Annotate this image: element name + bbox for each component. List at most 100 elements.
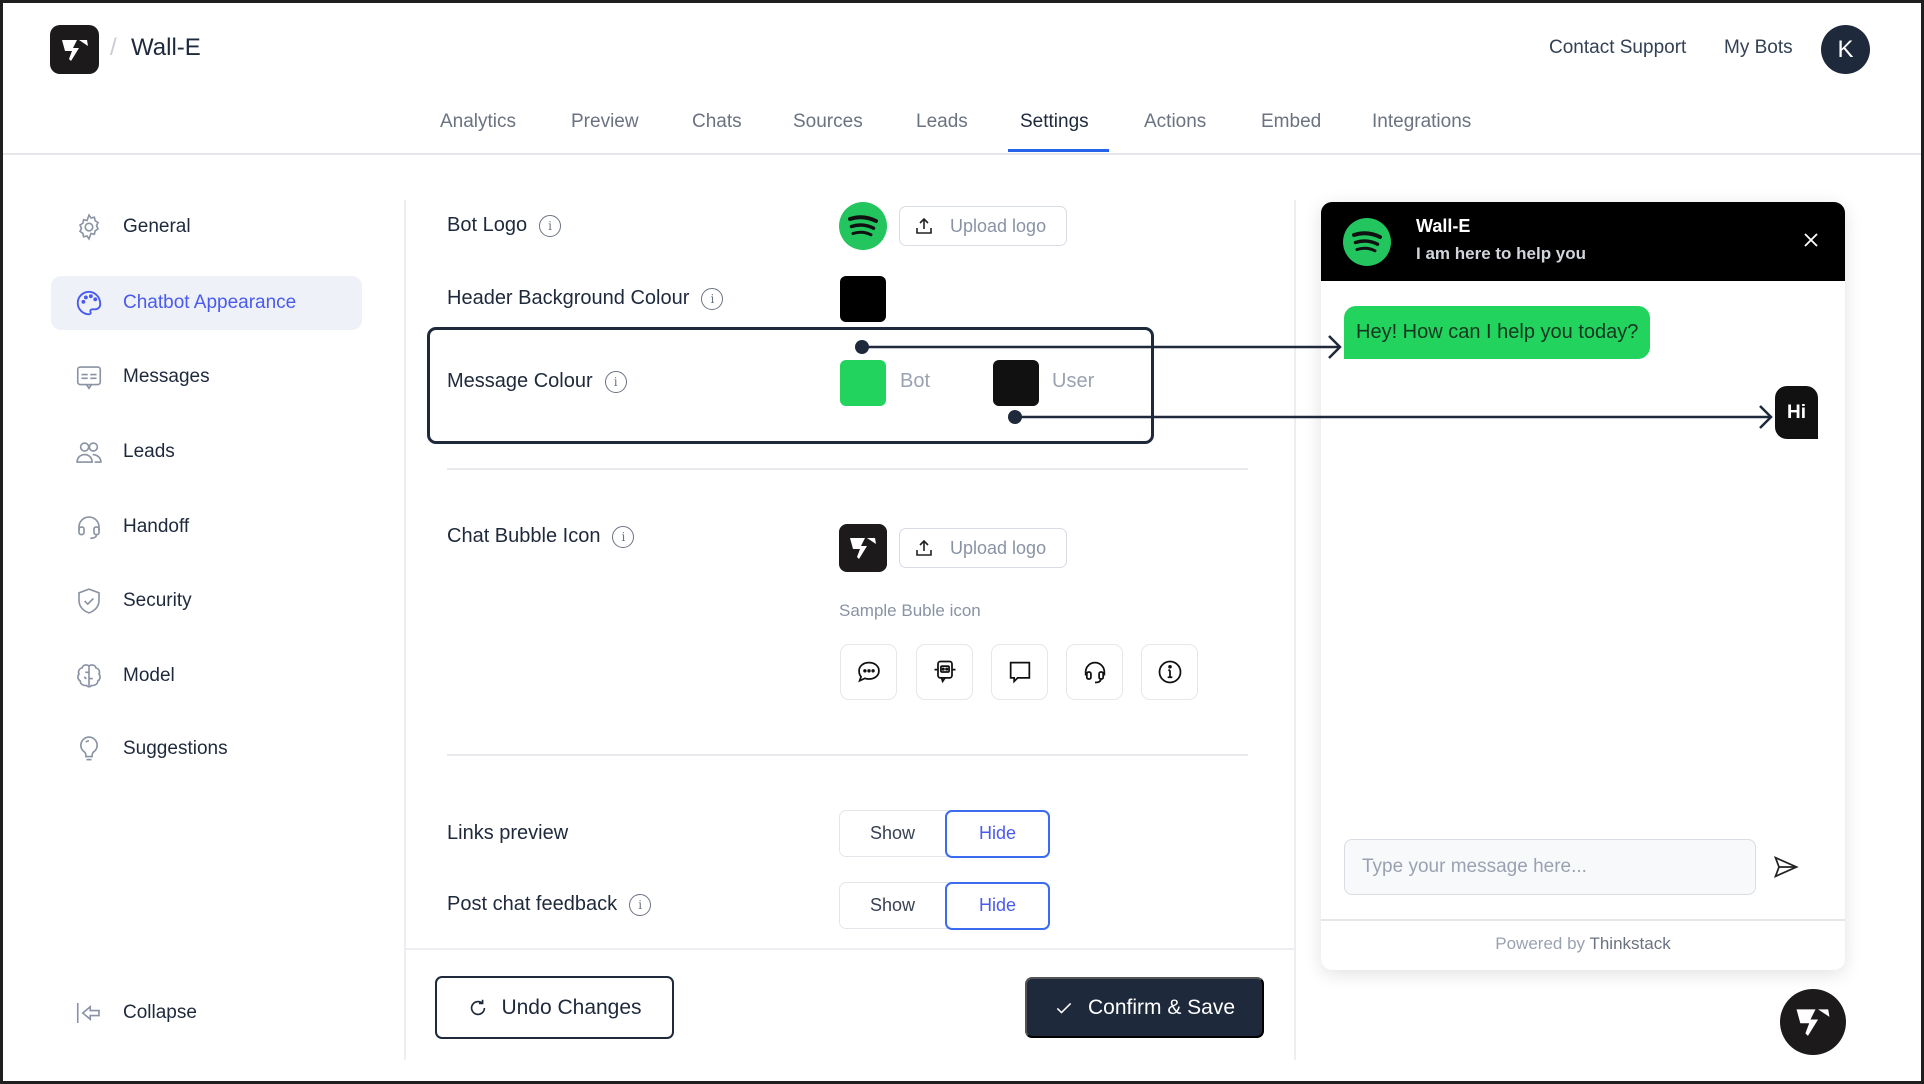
upload-icon — [914, 216, 934, 236]
sidebar-item-handoff[interactable]: Handoff — [51, 500, 362, 554]
tab-embed[interactable]: Embed — [1261, 111, 1321, 133]
sidebar-item-label: Leads — [123, 441, 175, 462]
sidebar-divider — [404, 200, 406, 1060]
upload-icon — [914, 538, 934, 558]
info-icon — [1158, 660, 1181, 684]
links-preview-label-text: Links preview — [447, 822, 569, 844]
info-icon[interactable]: i — [629, 893, 652, 916]
chat-widget-preview: Wall-E I am here to help you Hey! How ca… — [1321, 202, 1845, 970]
chat-bubble-icon-preview — [839, 524, 887, 572]
tab-preview[interactable]: Preview — [571, 111, 639, 133]
message-colour-highlight-box — [427, 327, 1154, 444]
tab-sources[interactable]: Sources — [793, 111, 863, 133]
collapse-button[interactable]: Collapse — [51, 986, 362, 1040]
undo-changes-button[interactable]: Undo Changes — [435, 976, 674, 1039]
headset-icon — [1084, 661, 1105, 684]
powered-by-brand[interactable]: Thinkstack — [1589, 934, 1670, 953]
sidebar-item-security[interactable]: Security — [51, 574, 362, 628]
robot-chat-icon — [934, 660, 955, 684]
tab-settings[interactable]: Settings — [1020, 111, 1089, 133]
bot-logo-upload-button[interactable]: Upload logo — [899, 206, 1067, 246]
chat-square-icon — [1009, 661, 1030, 684]
sample-icon-robot[interactable] — [916, 644, 973, 700]
preview-divider — [1294, 200, 1296, 1060]
confirm-save-button[interactable]: Confirm & Save — [1025, 977, 1264, 1038]
sample-icon-headset[interactable] — [1066, 644, 1123, 700]
sidebar-item-suggestions[interactable]: Suggestions — [51, 722, 362, 776]
bot-logo-preview — [839, 202, 887, 250]
post-chat-feedback-label: Post chat feedback i — [447, 893, 652, 916]
post-chat-feedback-label-text: Post chat feedback — [447, 893, 618, 915]
sidebar-item-label: Handoff — [123, 516, 190, 537]
sidebar-item-chatbot-appearance[interactable]: Chatbot Appearance — [51, 276, 362, 330]
sidebar-item-label: Security — [123, 590, 192, 611]
confirm-save-label: Confirm & Save — [1087, 995, 1236, 1019]
sidebar-item-label: Model — [123, 665, 175, 686]
widget-title: Wall-E — [1416, 216, 1471, 236]
links-preview-hide-option[interactable]: Hide — [945, 809, 1050, 858]
thinkstack-logo-icon — [1796, 1009, 1830, 1036]
sidebar-item-messages[interactable]: Messages — [51, 350, 362, 404]
widget-send-button[interactable] — [1769, 850, 1803, 884]
bot-logo-label: Bot Logo i — [447, 214, 562, 237]
sidebar-item-model[interactable]: Model — [51, 649, 362, 703]
links-preview-label: Links preview — [447, 822, 568, 845]
thinkstack-logo-icon — [61, 39, 88, 61]
section-divider — [447, 468, 1248, 470]
refresh-icon — [471, 999, 486, 1015]
users-icon — [73, 436, 105, 468]
chat-bubble-icon-label: Chat Bubble Icon i — [447, 525, 635, 548]
breadcrumb-bot-name[interactable]: Wall-E — [131, 34, 201, 62]
spotify-logo-icon — [839, 202, 887, 250]
tab-chats[interactable]: Chats — [692, 111, 742, 133]
info-icon[interactable]: i — [612, 525, 635, 548]
tab-actions[interactable]: Actions — [1144, 111, 1206, 133]
sidebar-item-label: Suggestions — [123, 738, 228, 759]
widget-footer-divider — [1321, 919, 1845, 921]
close-icon — [1804, 233, 1818, 247]
brand-logo[interactable] — [50, 25, 99, 74]
post-chat-feedback-show-option[interactable]: Show — [840, 883, 945, 928]
widget-subtitle: I am here to help you — [1416, 244, 1587, 263]
sidebar-item-leads[interactable]: Leads — [51, 425, 362, 479]
my-bots-link[interactable]: My Bots — [1724, 37, 1793, 59]
post-chat-feedback-toggle: Show Hide — [839, 881, 1050, 930]
chat-launcher-button[interactable] — [1780, 989, 1846, 1055]
links-preview-toggle: Show Hide — [839, 809, 1050, 858]
widget-bot-logo — [1343, 218, 1391, 266]
chat-dots-icon — [857, 661, 880, 683]
tab-leads[interactable]: Leads — [916, 111, 968, 133]
brain-icon — [73, 660, 105, 692]
bot-logo-label-text: Bot Logo — [447, 214, 528, 236]
widget-message-input[interactable] — [1344, 839, 1756, 895]
gear-icon — [73, 211, 105, 243]
post-chat-feedback-hide-option[interactable]: Hide — [945, 881, 1050, 930]
sample-icon-chat-square[interactable] — [991, 644, 1048, 700]
powered-by-prefix: Powered by — [1495, 934, 1586, 953]
tab-analytics[interactable]: Analytics — [440, 111, 516, 133]
collapse-icon — [73, 997, 105, 1029]
links-preview-show-option[interactable]: Show — [840, 811, 945, 856]
powered-by: Powered by Thinkstack — [1321, 934, 1845, 954]
shield-check-icon — [73, 585, 105, 617]
upload-label: Upload logo — [950, 537, 1047, 558]
sample-icon-chat-dots[interactable] — [840, 644, 897, 700]
breadcrumb-separator: / — [110, 34, 117, 61]
sample-bubble-icon-label: Sample Buble icon — [839, 601, 981, 620]
tab-integrations[interactable]: Integrations — [1372, 111, 1471, 133]
header-bg-colour-swatch[interactable] — [840, 276, 886, 322]
bot-message-bubble: Hey! How can I help you today? — [1344, 306, 1651, 359]
header-bg-colour-label-text: Header Background Colour — [447, 287, 690, 309]
chat-bubble-upload-button[interactable]: Upload logo — [899, 528, 1067, 568]
spotify-logo-icon — [1343, 218, 1391, 266]
sample-icon-info[interactable] — [1141, 644, 1198, 700]
sidebar-item-general[interactable]: General — [51, 200, 362, 254]
widget-close-button[interactable] — [1795, 224, 1827, 256]
collapse-label: Collapse — [123, 1002, 197, 1023]
info-icon[interactable]: i — [539, 214, 562, 237]
active-tab-indicator — [1008, 149, 1109, 152]
send-icon — [1773, 856, 1799, 878]
info-icon[interactable]: i — [701, 287, 724, 310]
user-avatar[interactable]: K — [1821, 25, 1870, 74]
contact-support-link[interactable]: Contact Support — [1549, 37, 1686, 59]
